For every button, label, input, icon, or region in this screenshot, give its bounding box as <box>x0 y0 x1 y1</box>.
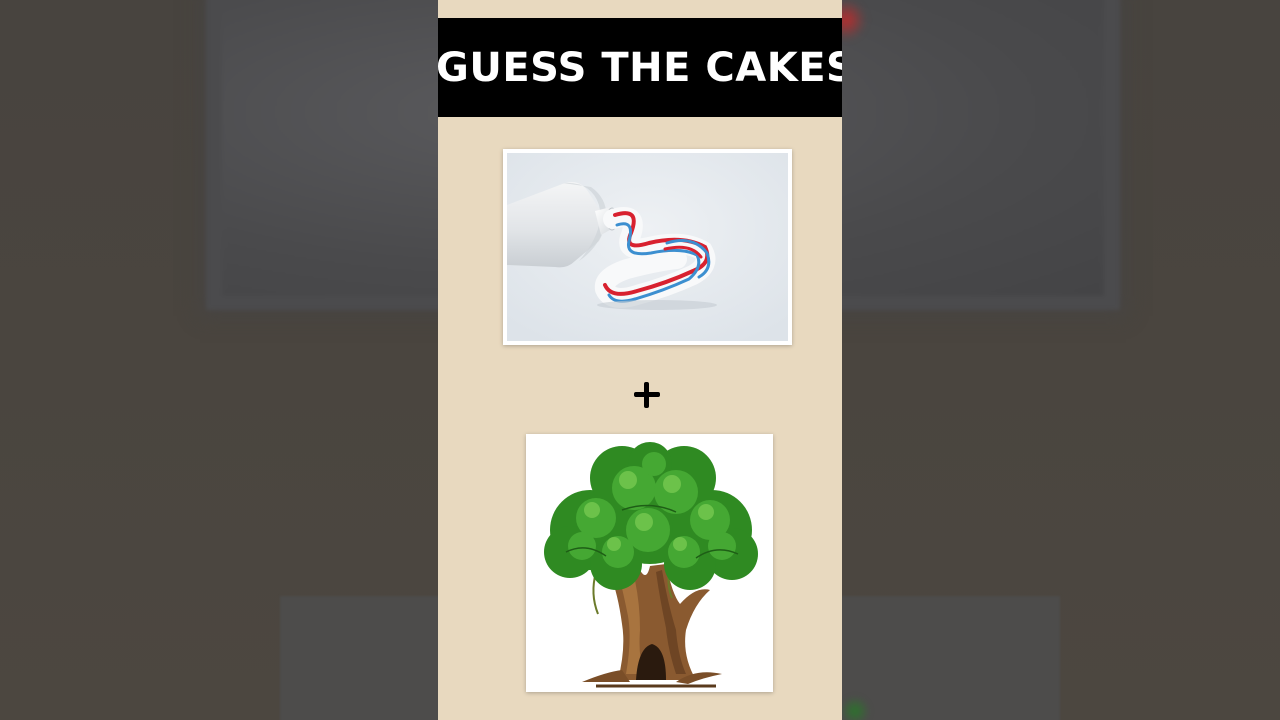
plus-sign <box>634 382 660 408</box>
video-stage: GUESS THE CAKES <box>0 0 1280 720</box>
blurred-backdrop-accent-green <box>840 696 870 720</box>
clue-card-toothpaste <box>503 149 792 345</box>
toothpaste-icon <box>507 153 788 341</box>
clue-card-tree <box>526 434 773 692</box>
puzzle-title: GUESS THE CAKES <box>438 45 842 91</box>
title-banner: GUESS THE CAKES <box>438 18 842 117</box>
tree-icon <box>526 434 773 692</box>
puzzle-frame: GUESS THE CAKES <box>438 0 842 720</box>
